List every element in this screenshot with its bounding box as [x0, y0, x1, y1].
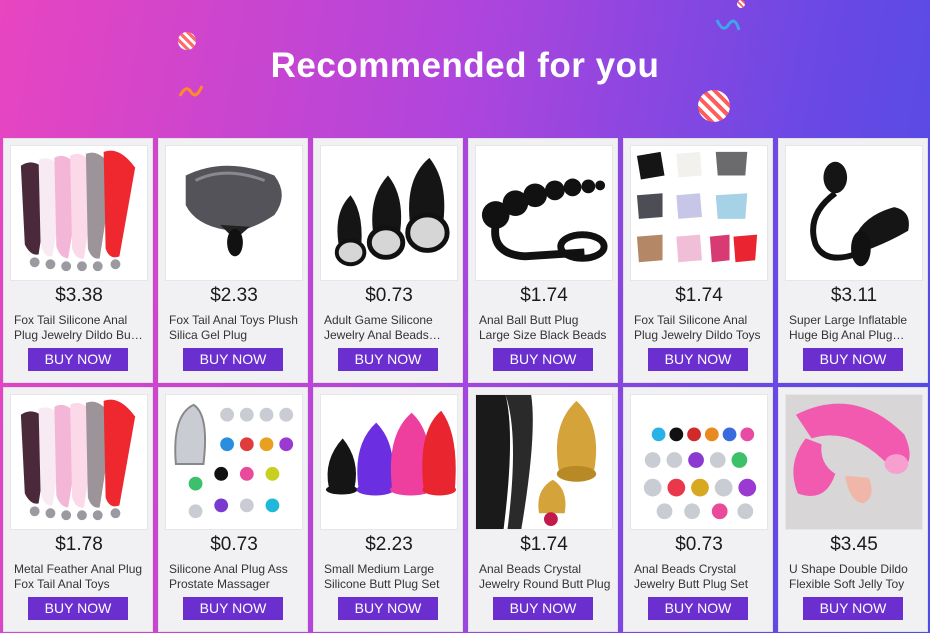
product-image[interactable] — [785, 145, 923, 281]
gold-plug-image — [476, 395, 597, 529]
product-price: $3.11 — [830, 285, 878, 306]
product-price: $3.38 — [55, 285, 103, 306]
product-price: $0.73 — [365, 285, 413, 306]
product-price: $0.73 — [210, 534, 258, 555]
product-title[interactable]: Metal Feather Anal Plug Fox Tail Anal To… — [14, 562, 146, 592]
product-title[interactable]: Adult Game Silicone Jewelry Anal Beads P… — [324, 313, 456, 343]
striped-ball-decoration — [737, 0, 745, 8]
product-image[interactable] — [630, 145, 768, 281]
product-card[interactable]: $0.73 Adult Game Silicone Jewelry Anal B… — [313, 138, 463, 383]
product-price: $3.45 — [830, 534, 878, 555]
product-card[interactable]: $0.73 Silicone Anal Plug Ass Prostate Ma… — [158, 387, 308, 632]
buy-now-button[interactable]: BUY NOW — [338, 597, 438, 620]
buy-now-button[interactable]: BUY NOW — [183, 597, 283, 620]
product-card[interactable]: $2.23 Small Medium Large Silicone Butt P… — [313, 387, 463, 632]
product-title[interactable]: Anal Beads Crystal Jewelry Round Butt Pl… — [479, 562, 611, 592]
buy-now-button[interactable]: BUY NOW — [28, 348, 128, 371]
buy-now-button[interactable]: BUY NOW — [803, 597, 903, 620]
product-card[interactable]: $3.11 Super Large Inflatable Huge Big An… — [778, 138, 928, 383]
buy-now-button[interactable]: BUY NOW — [493, 597, 593, 620]
product-title[interactable]: Fox Tail Silicone Anal Plug Jewelry Dild… — [634, 313, 766, 343]
buy-now-button[interactable]: BUY NOW — [648, 348, 748, 371]
product-grid: $3.38 Fox Tail Silicone Anal Plug Jewelr… — [3, 138, 928, 633]
fox-tails-assorted-image — [636, 151, 758, 263]
fox-tails-image — [20, 399, 136, 521]
product-price: $1.78 — [55, 534, 103, 555]
product-price: $0.73 — [675, 534, 723, 555]
product-card[interactable]: $3.45 U Shape Double Dildo Flexible Soft… — [778, 387, 928, 632]
product-image[interactable] — [10, 145, 148, 281]
product-image[interactable] — [475, 394, 613, 530]
product-price: $1.74 — [675, 285, 723, 306]
buy-now-button[interactable]: BUY NOW — [648, 597, 748, 620]
striped-ball-decoration — [698, 90, 730, 122]
metal-plug-grid-image — [643, 427, 757, 520]
product-title[interactable]: Fox Tail Silicone Anal Plug Jewelry Dild… — [14, 313, 146, 343]
product-image[interactable] — [785, 394, 923, 530]
product-title[interactable]: Super Large Inflatable Huge Big Anal Plu… — [789, 313, 921, 343]
product-price: $1.74 — [520, 285, 568, 306]
page-title: Recommended for you — [270, 46, 660, 85]
fox-tails-image — [20, 150, 136, 272]
product-title[interactable]: Silicone Anal Plug Ass Prostate Massager — [169, 562, 301, 592]
product-image[interactable] — [165, 394, 303, 530]
product-image[interactable] — [320, 394, 458, 530]
product-image[interactable] — [630, 394, 768, 530]
buy-now-button[interactable]: BUY NOW — [803, 348, 903, 371]
product-title[interactable]: Small Medium Large Silicone Butt Plug Se… — [324, 562, 456, 592]
product-title[interactable]: Fox Tail Anal Toys Plush Silica Gel Plug — [169, 313, 301, 343]
product-card[interactable]: $3.38 Fox Tail Silicone Anal Plug Jewelr… — [3, 138, 153, 383]
product-title[interactable]: U Shape Double Dildo Flexible Soft Jelly… — [789, 562, 921, 592]
product-image[interactable] — [475, 145, 613, 281]
product-card[interactable]: $1.74 Fox Tail Silicone Anal Plug Jewelr… — [623, 138, 773, 383]
product-card[interactable]: $1.74 Anal Beads Crystal Jewelry Round B… — [468, 387, 618, 632]
buy-now-button[interactable]: BUY NOW — [28, 597, 128, 620]
black-anal-beads-image — [481, 178, 608, 262]
buy-now-button[interactable]: BUY NOW — [183, 348, 283, 371]
product-price: $2.33 — [210, 285, 258, 306]
recommended-banner: Recommended for you — [0, 0, 930, 138]
product-card[interactable]: $1.74 Anal Ball Butt Plug Large Size Bla… — [468, 138, 618, 383]
product-price: $1.74 — [520, 534, 568, 555]
product-title[interactable]: Anal Beads Crystal Jewelry Butt Plug Set — [634, 562, 766, 592]
product-title[interactable]: Anal Ball Butt Plug Large Size Black Bea… — [479, 313, 611, 343]
inflatable-plug-image — [810, 161, 909, 267]
product-image[interactable] — [165, 145, 303, 281]
ribbon-decoration — [715, 19, 741, 31]
buy-now-button[interactable]: BUY NOW — [338, 348, 438, 371]
grey-fox-tail-image — [185, 165, 282, 257]
colored-plugs-image — [325, 410, 456, 496]
buy-now-button[interactable]: BUY NOW — [493, 348, 593, 371]
product-card[interactable]: $2.33 Fox Tail Anal Toys Plush Silica Ge… — [158, 138, 308, 383]
product-card[interactable]: $0.73 Anal Beads Crystal Jewelry Butt Pl… — [623, 387, 773, 632]
pink-double-dildo-image — [786, 395, 922, 529]
product-image[interactable] — [320, 145, 458, 281]
product-card[interactable]: $1.78 Metal Feather Anal Plug Fox Tail A… — [3, 387, 153, 632]
black-jeweled-plugs-image — [334, 157, 450, 267]
product-price: $2.23 — [365, 534, 413, 555]
metal-jeweled-plugs-image — [174, 403, 294, 519]
product-image[interactable] — [10, 394, 148, 530]
